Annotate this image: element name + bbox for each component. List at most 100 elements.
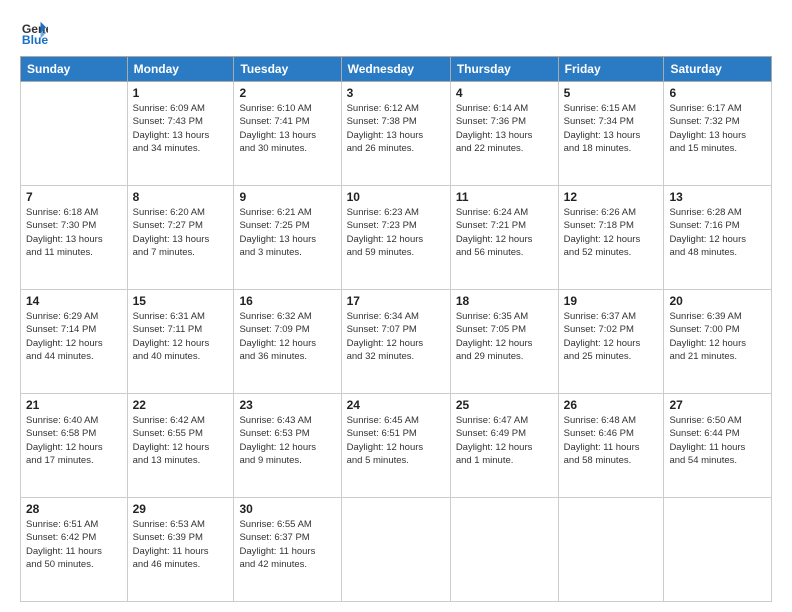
day-info: Sunrise: 6:12 AM Sunset: 7:38 PM Dayligh…: [347, 102, 445, 155]
day-cell: 29 Sunrise: 6:53 AM Sunset: 6:39 PM Dayli…: [127, 498, 234, 602]
day-number: 11: [456, 190, 553, 204]
day-info: Sunrise: 6:34 AM Sunset: 7:07 PM Dayligh…: [347, 310, 445, 363]
day-cell: [21, 82, 128, 186]
day-number: 20: [669, 294, 766, 308]
day-info: Sunrise: 6:28 AM Sunset: 7:16 PM Dayligh…: [669, 206, 766, 259]
header-day-sunday: Sunday: [21, 57, 128, 82]
day-number: 1: [133, 86, 229, 100]
week-row-5: 28 Sunrise: 6:51 AM Sunset: 6:42 PM Dayli…: [21, 498, 772, 602]
day-cell: 12Sunrise: 6:26 AM Sunset: 7:18 PM Dayli…: [558, 186, 664, 290]
day-cell: 21 Sunrise: 6:40 AM Sunset: 6:58 PM Dayli…: [21, 394, 128, 498]
day-number: 5: [564, 86, 659, 100]
day-info: Sunrise: 6:15 AM Sunset: 7:34 PM Dayligh…: [564, 102, 659, 155]
day-info: Sunrise: 6:32 AM Sunset: 7:09 PM Dayligh…: [239, 310, 335, 363]
day-info: Sunrise: 6:35 AM Sunset: 7:05 PM Dayligh…: [456, 310, 553, 363]
day-cell: 17 Sunrise: 6:34 AM Sunset: 7:07 PM Dayli…: [341, 290, 450, 394]
day-cell: [558, 498, 664, 602]
day-info: Sunrise: 6:26 AM Sunset: 7:18 PM Dayligh…: [564, 206, 659, 259]
day-info: Sunrise: 6:47 AM Sunset: 6:49 PM Dayligh…: [456, 414, 553, 467]
day-cell: 18Sunrise: 6:35 AM Sunset: 7:05 PM Dayli…: [450, 290, 558, 394]
day-cell: [664, 498, 772, 602]
week-row-1: 1 Sunrise: 6:09 AM Sunset: 7:43 PM Daylig…: [21, 82, 772, 186]
day-cell: 19 Sunrise: 6:37 AM Sunset: 7:02 PM Dayli…: [558, 290, 664, 394]
day-cell: 6Sunrise: 6:17 AM Sunset: 7:32 PM Daylig…: [664, 82, 772, 186]
day-number: 9: [239, 190, 335, 204]
day-info: Sunrise: 6:42 AM Sunset: 6:55 PM Dayligh…: [133, 414, 229, 467]
day-cell: 20 Sunrise: 6:39 AM Sunset: 7:00 PM Dayli…: [664, 290, 772, 394]
day-info: Sunrise: 6:18 AM Sunset: 7:30 PM Dayligh…: [26, 206, 122, 259]
day-cell: 3 Sunrise: 6:12 AM Sunset: 7:38 PM Daylig…: [341, 82, 450, 186]
day-number: 27: [669, 398, 766, 412]
page-header: General Blue: [20, 18, 772, 46]
day-cell: 25Sunrise: 6:47 AM Sunset: 6:49 PM Dayli…: [450, 394, 558, 498]
day-cell: 23 Sunrise: 6:43 AM Sunset: 6:53 PM Dayli…: [234, 394, 341, 498]
day-cell: 26Sunrise: 6:48 AM Sunset: 6:46 PM Dayli…: [558, 394, 664, 498]
day-info: Sunrise: 6:40 AM Sunset: 6:58 PM Dayligh…: [26, 414, 122, 467]
day-number: 10: [347, 190, 445, 204]
day-number: 15: [133, 294, 229, 308]
day-info: Sunrise: 6:55 AM Sunset: 6:37 PM Dayligh…: [239, 518, 335, 571]
day-number: 29: [133, 502, 229, 516]
day-number: 3: [347, 86, 445, 100]
week-row-2: 7 Sunrise: 6:18 AM Sunset: 7:30 PM Daylig…: [21, 186, 772, 290]
day-cell: 14 Sunrise: 6:29 AM Sunset: 7:14 PM Dayli…: [21, 290, 128, 394]
day-number: 16: [239, 294, 335, 308]
day-cell: 2 Sunrise: 6:10 AM Sunset: 7:41 PM Daylig…: [234, 82, 341, 186]
day-number: 2: [239, 86, 335, 100]
day-info: Sunrise: 6:17 AM Sunset: 7:32 PM Dayligh…: [669, 102, 766, 155]
week-row-4: 21 Sunrise: 6:40 AM Sunset: 6:58 PM Dayli…: [21, 394, 772, 498]
day-cell: 15Sunrise: 6:31 AM Sunset: 7:11 PM Dayli…: [127, 290, 234, 394]
day-cell: [341, 498, 450, 602]
day-number: 8: [133, 190, 229, 204]
calendar-table: SundayMondayTuesdayWednesdayThursdayFrid…: [20, 56, 772, 602]
day-info: Sunrise: 6:10 AM Sunset: 7:41 PM Dayligh…: [239, 102, 335, 155]
day-info: Sunrise: 6:50 AM Sunset: 6:44 PM Dayligh…: [669, 414, 766, 467]
day-info: Sunrise: 6:29 AM Sunset: 7:14 PM Dayligh…: [26, 310, 122, 363]
day-cell: [450, 498, 558, 602]
day-cell: 9 Sunrise: 6:21 AM Sunset: 7:25 PM Daylig…: [234, 186, 341, 290]
day-info: Sunrise: 6:53 AM Sunset: 6:39 PM Dayligh…: [133, 518, 229, 571]
svg-text:Blue: Blue: [22, 33, 48, 46]
logo-icon: General Blue: [20, 18, 48, 46]
header-day-saturday: Saturday: [664, 57, 772, 82]
day-info: Sunrise: 6:21 AM Sunset: 7:25 PM Dayligh…: [239, 206, 335, 259]
day-info: Sunrise: 6:24 AM Sunset: 7:21 PM Dayligh…: [456, 206, 553, 259]
day-number: 22: [133, 398, 229, 412]
day-cell: 7 Sunrise: 6:18 AM Sunset: 7:30 PM Daylig…: [21, 186, 128, 290]
day-info: Sunrise: 6:51 AM Sunset: 6:42 PM Dayligh…: [26, 518, 122, 571]
week-row-3: 14 Sunrise: 6:29 AM Sunset: 7:14 PM Dayli…: [21, 290, 772, 394]
day-number: 28: [26, 502, 122, 516]
day-info: Sunrise: 6:09 AM Sunset: 7:43 PM Dayligh…: [133, 102, 229, 155]
header-day-wednesday: Wednesday: [341, 57, 450, 82]
day-info: Sunrise: 6:43 AM Sunset: 6:53 PM Dayligh…: [239, 414, 335, 467]
logo: General Blue: [20, 18, 52, 46]
day-number: 14: [26, 294, 122, 308]
day-info: Sunrise: 6:39 AM Sunset: 7:00 PM Dayligh…: [669, 310, 766, 363]
day-cell: 11 Sunrise: 6:24 AM Sunset: 7:21 PM Dayli…: [450, 186, 558, 290]
day-number: 21: [26, 398, 122, 412]
day-info: Sunrise: 6:20 AM Sunset: 7:27 PM Dayligh…: [133, 206, 229, 259]
header-day-tuesday: Tuesday: [234, 57, 341, 82]
day-cell: 24Sunrise: 6:45 AM Sunset: 6:51 PM Dayli…: [341, 394, 450, 498]
day-number: 19: [564, 294, 659, 308]
day-number: 4: [456, 86, 553, 100]
day-info: Sunrise: 6:14 AM Sunset: 7:36 PM Dayligh…: [456, 102, 553, 155]
day-cell: 10 Sunrise: 6:23 AM Sunset: 7:23 PM Dayli…: [341, 186, 450, 290]
header-day-monday: Monday: [127, 57, 234, 82]
day-number: 26: [564, 398, 659, 412]
day-cell: 22 Sunrise: 6:42 AM Sunset: 6:55 PM Dayli…: [127, 394, 234, 498]
day-info: Sunrise: 6:23 AM Sunset: 7:23 PM Dayligh…: [347, 206, 445, 259]
day-cell: 27 Sunrise: 6:50 AM Sunset: 6:44 PM Dayli…: [664, 394, 772, 498]
day-number: 17: [347, 294, 445, 308]
header-day-thursday: Thursday: [450, 57, 558, 82]
day-cell: 13 Sunrise: 6:28 AM Sunset: 7:16 PM Dayli…: [664, 186, 772, 290]
day-cell: 16 Sunrise: 6:32 AM Sunset: 7:09 PM Dayli…: [234, 290, 341, 394]
day-number: 7: [26, 190, 122, 204]
day-cell: 30Sunrise: 6:55 AM Sunset: 6:37 PM Dayli…: [234, 498, 341, 602]
header-day-friday: Friday: [558, 57, 664, 82]
day-number: 23: [239, 398, 335, 412]
day-number: 13: [669, 190, 766, 204]
day-info: Sunrise: 6:37 AM Sunset: 7:02 PM Dayligh…: [564, 310, 659, 363]
day-cell: 8 Sunrise: 6:20 AM Sunset: 7:27 PM Daylig…: [127, 186, 234, 290]
day-number: 24: [347, 398, 445, 412]
